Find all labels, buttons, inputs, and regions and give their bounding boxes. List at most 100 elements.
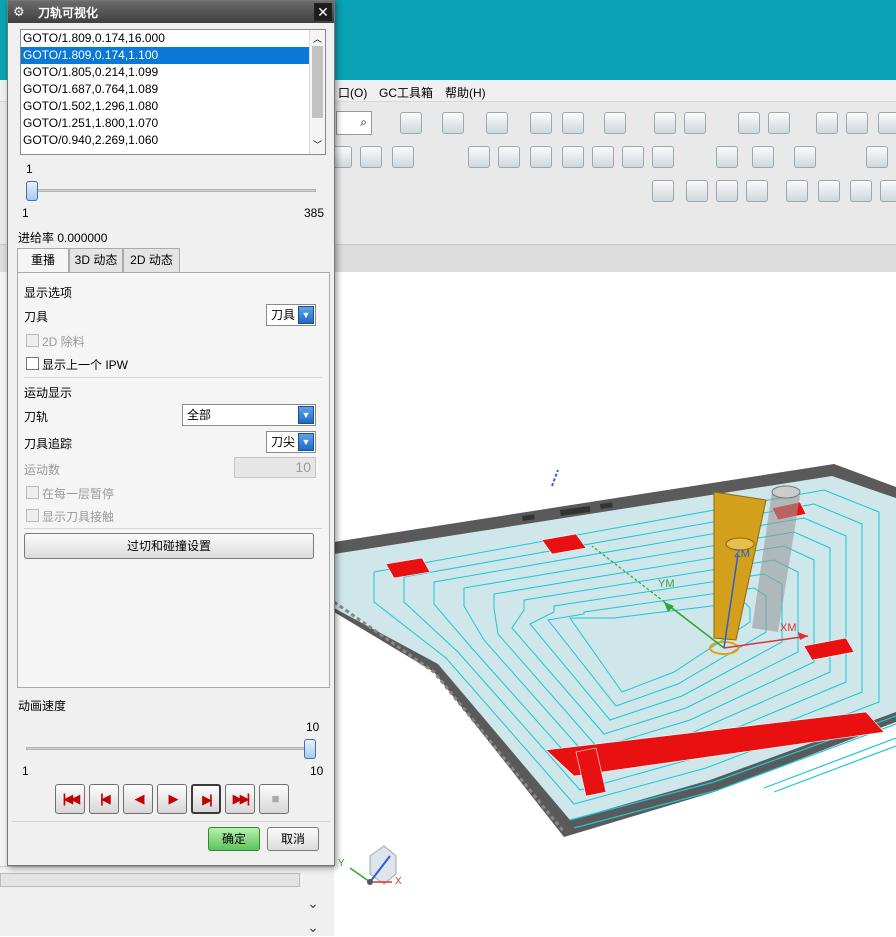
replay-panel: 显示选项 刀具 刀具 ▼ 2D 除料 显示上一个 IPW 运动显示 刀轨 全部 … — [17, 272, 330, 688]
goto-list[interactable]: GOTO/1.809,0.174,16.000 GOTO/1.809,0.174… — [20, 29, 326, 155]
list-item[interactable]: GOTO/1.687,0.764,1.089 — [21, 81, 325, 98]
comment-icon[interactable] — [818, 180, 840, 202]
search-box[interactable]: ⌕ — [336, 111, 372, 135]
menu-gc-toolbox[interactable]: GC工具箱 — [379, 84, 433, 101]
divider — [24, 528, 322, 529]
flag-b-icon[interactable] — [752, 146, 774, 168]
to-start-button[interactable]: |◀◀ — [55, 784, 85, 814]
analysis-icon[interactable] — [846, 112, 868, 134]
stop-button[interactable]: ■ — [259, 784, 289, 814]
remove-2d-label: 2D 除料 — [42, 335, 85, 349]
close-icon[interactable]: ✕ — [314, 3, 332, 21]
csys-icon[interactable] — [684, 112, 706, 134]
anim-speed-value: 10 — [306, 720, 320, 734]
report-icon[interactable] — [392, 146, 414, 168]
cancel-button[interactable]: 取消 — [267, 827, 319, 851]
slot-icon[interactable] — [530, 146, 552, 168]
face-icon[interactable] — [562, 146, 584, 168]
curve-icon[interactable] — [622, 146, 644, 168]
graphics-viewport[interactable]: ZM YM XM Y X — [334, 272, 896, 936]
verify-icon[interactable] — [652, 180, 674, 202]
menu-window[interactable]: 口(O) — [338, 84, 367, 101]
play-reverse-button[interactable]: ◀ — [123, 784, 153, 814]
table-icon[interactable] — [738, 112, 760, 134]
list-item[interactable]: GOTO/1.805,0.214,1.099 — [21, 64, 325, 81]
shaded-cube-icon[interactable] — [486, 112, 508, 134]
tool-contact-checkbox[interactable] — [26, 509, 39, 522]
list-item-selected[interactable]: GOTO/1.809,0.174,1.100 — [21, 47, 325, 64]
scroll-thumb[interactable] — [312, 46, 323, 118]
settings-icon[interactable] — [880, 180, 896, 202]
chevron-down-icon[interactable]: ﹀ — [313, 138, 322, 151]
dialog-title-bar[interactable]: ⚙ 刀轨可视化 ✕ — [8, 1, 334, 23]
tab-2d-dynamic[interactable]: 2D 动态 — [123, 248, 180, 272]
gauge-icon[interactable] — [652, 146, 674, 168]
path-icon[interactable] — [498, 146, 520, 168]
axis-label-xm: XM — [780, 622, 797, 634]
list-item[interactable]: GOTO/1.809,0.174,16.000 — [21, 30, 325, 47]
list-item[interactable]: GOTO/0.940,2.269,1.060 — [21, 132, 325, 149]
tool-select[interactable]: 刀具 ▼ — [266, 304, 316, 326]
ok-button[interactable]: 确定 — [208, 827, 260, 851]
background-icon[interactable] — [604, 112, 626, 134]
tab-replay[interactable]: 重播 — [17, 248, 69, 273]
chevron-up-icon[interactable]: ︿ — [313, 32, 322, 45]
anim-speed-max: 10 — [310, 764, 324, 778]
wcs-icon[interactable] — [654, 112, 676, 134]
chevron-down-icon[interactable]: ⌄ — [304, 919, 322, 937]
flag-icon[interactable] — [786, 180, 808, 202]
motion-display-header: 运动显示 — [24, 386, 73, 400]
trace-select[interactable]: 刀尖 ▼ — [266, 431, 316, 453]
anim-speed-label: 动画速度 — [18, 699, 67, 713]
circle-icon[interactable] — [592, 146, 614, 168]
chevron-down-icon[interactable]: ▼ — [298, 406, 314, 424]
layer-icon[interactable] — [530, 112, 552, 134]
remove-2d-checkbox[interactable] — [26, 334, 39, 347]
info-icon[interactable] — [850, 180, 872, 202]
trace-label: 刀具追踪 — [24, 437, 73, 451]
list-icon[interactable] — [746, 180, 768, 202]
view-orient-icon[interactable] — [562, 112, 584, 134]
machine-icon[interactable] — [686, 180, 708, 202]
tab-3d-dynamic[interactable]: 3D 动态 — [69, 248, 123, 272]
fit-view-icon[interactable] — [400, 112, 422, 134]
feed-rate: 进给率 0.000000 — [18, 231, 108, 245]
position-slider-track[interactable] — [26, 189, 316, 192]
anim-speed-track[interactable] — [26, 747, 316, 750]
list-scrollbar[interactable]: ︿ ﹀ — [309, 30, 325, 154]
run-icon[interactable] — [878, 112, 896, 134]
play-forward-button[interactable]: ▶ — [157, 784, 187, 814]
path-select[interactable]: 全部 ▼ — [182, 404, 316, 426]
step-forward-button[interactable]: ▶| — [191, 784, 221, 814]
show-prev-ipw-checkbox[interactable] — [26, 357, 39, 370]
toolpath-visualization-dialog: ⚙ 刀轨可视化 ✕ GOTO/1.809,0.174,16.000 GOTO/1… — [7, 0, 335, 866]
flag-a-icon[interactable] — [716, 146, 738, 168]
motion-count-input[interactable]: 10 — [234, 457, 316, 478]
post-icon[interactable] — [716, 180, 738, 202]
to-end-button[interactable]: ▶▶| — [225, 784, 255, 814]
chevron-down-icon[interactable]: ▼ — [298, 433, 314, 451]
measure-icon[interactable] — [816, 112, 838, 134]
axis-label-zm: ZM — [734, 548, 750, 560]
chart-icon[interactable] — [866, 146, 888, 168]
list-item[interactable]: GOTO/1.502,1.296,1.080 — [21, 98, 325, 115]
gouge-collision-settings-button[interactable]: 过切和碰撞设置 — [24, 533, 314, 559]
list-item[interactable]: GOTO/1.251,1.800,1.070 — [21, 115, 325, 132]
anim-speed-thumb[interactable] — [304, 739, 316, 759]
tool-b-icon[interactable] — [360, 146, 382, 168]
pause-layer-label: 在每一层暂停 — [42, 487, 115, 501]
brush-icon[interactable] — [468, 146, 490, 168]
step-back-button[interactable]: |◀ — [89, 784, 119, 814]
flag-c-icon[interactable] — [794, 146, 816, 168]
render-style-icon[interactable] — [442, 112, 464, 134]
path-label: 刀轨 — [24, 410, 49, 424]
tree-icon[interactable] — [768, 112, 790, 134]
position-slider-thumb[interactable] — [26, 181, 38, 201]
gear-icon[interactable]: ⚙ — [13, 4, 25, 20]
menu-help[interactable]: 帮助(H) — [445, 84, 486, 101]
chevron-down-icon[interactable]: ⌄ — [304, 895, 322, 913]
search-icon: ⌕ — [360, 115, 367, 129]
pause-layer-checkbox[interactable] — [26, 486, 39, 499]
chevron-down-icon[interactable]: ▼ — [298, 306, 314, 324]
show-prev-ipw-label: 显示上一个 IPW — [42, 358, 128, 372]
